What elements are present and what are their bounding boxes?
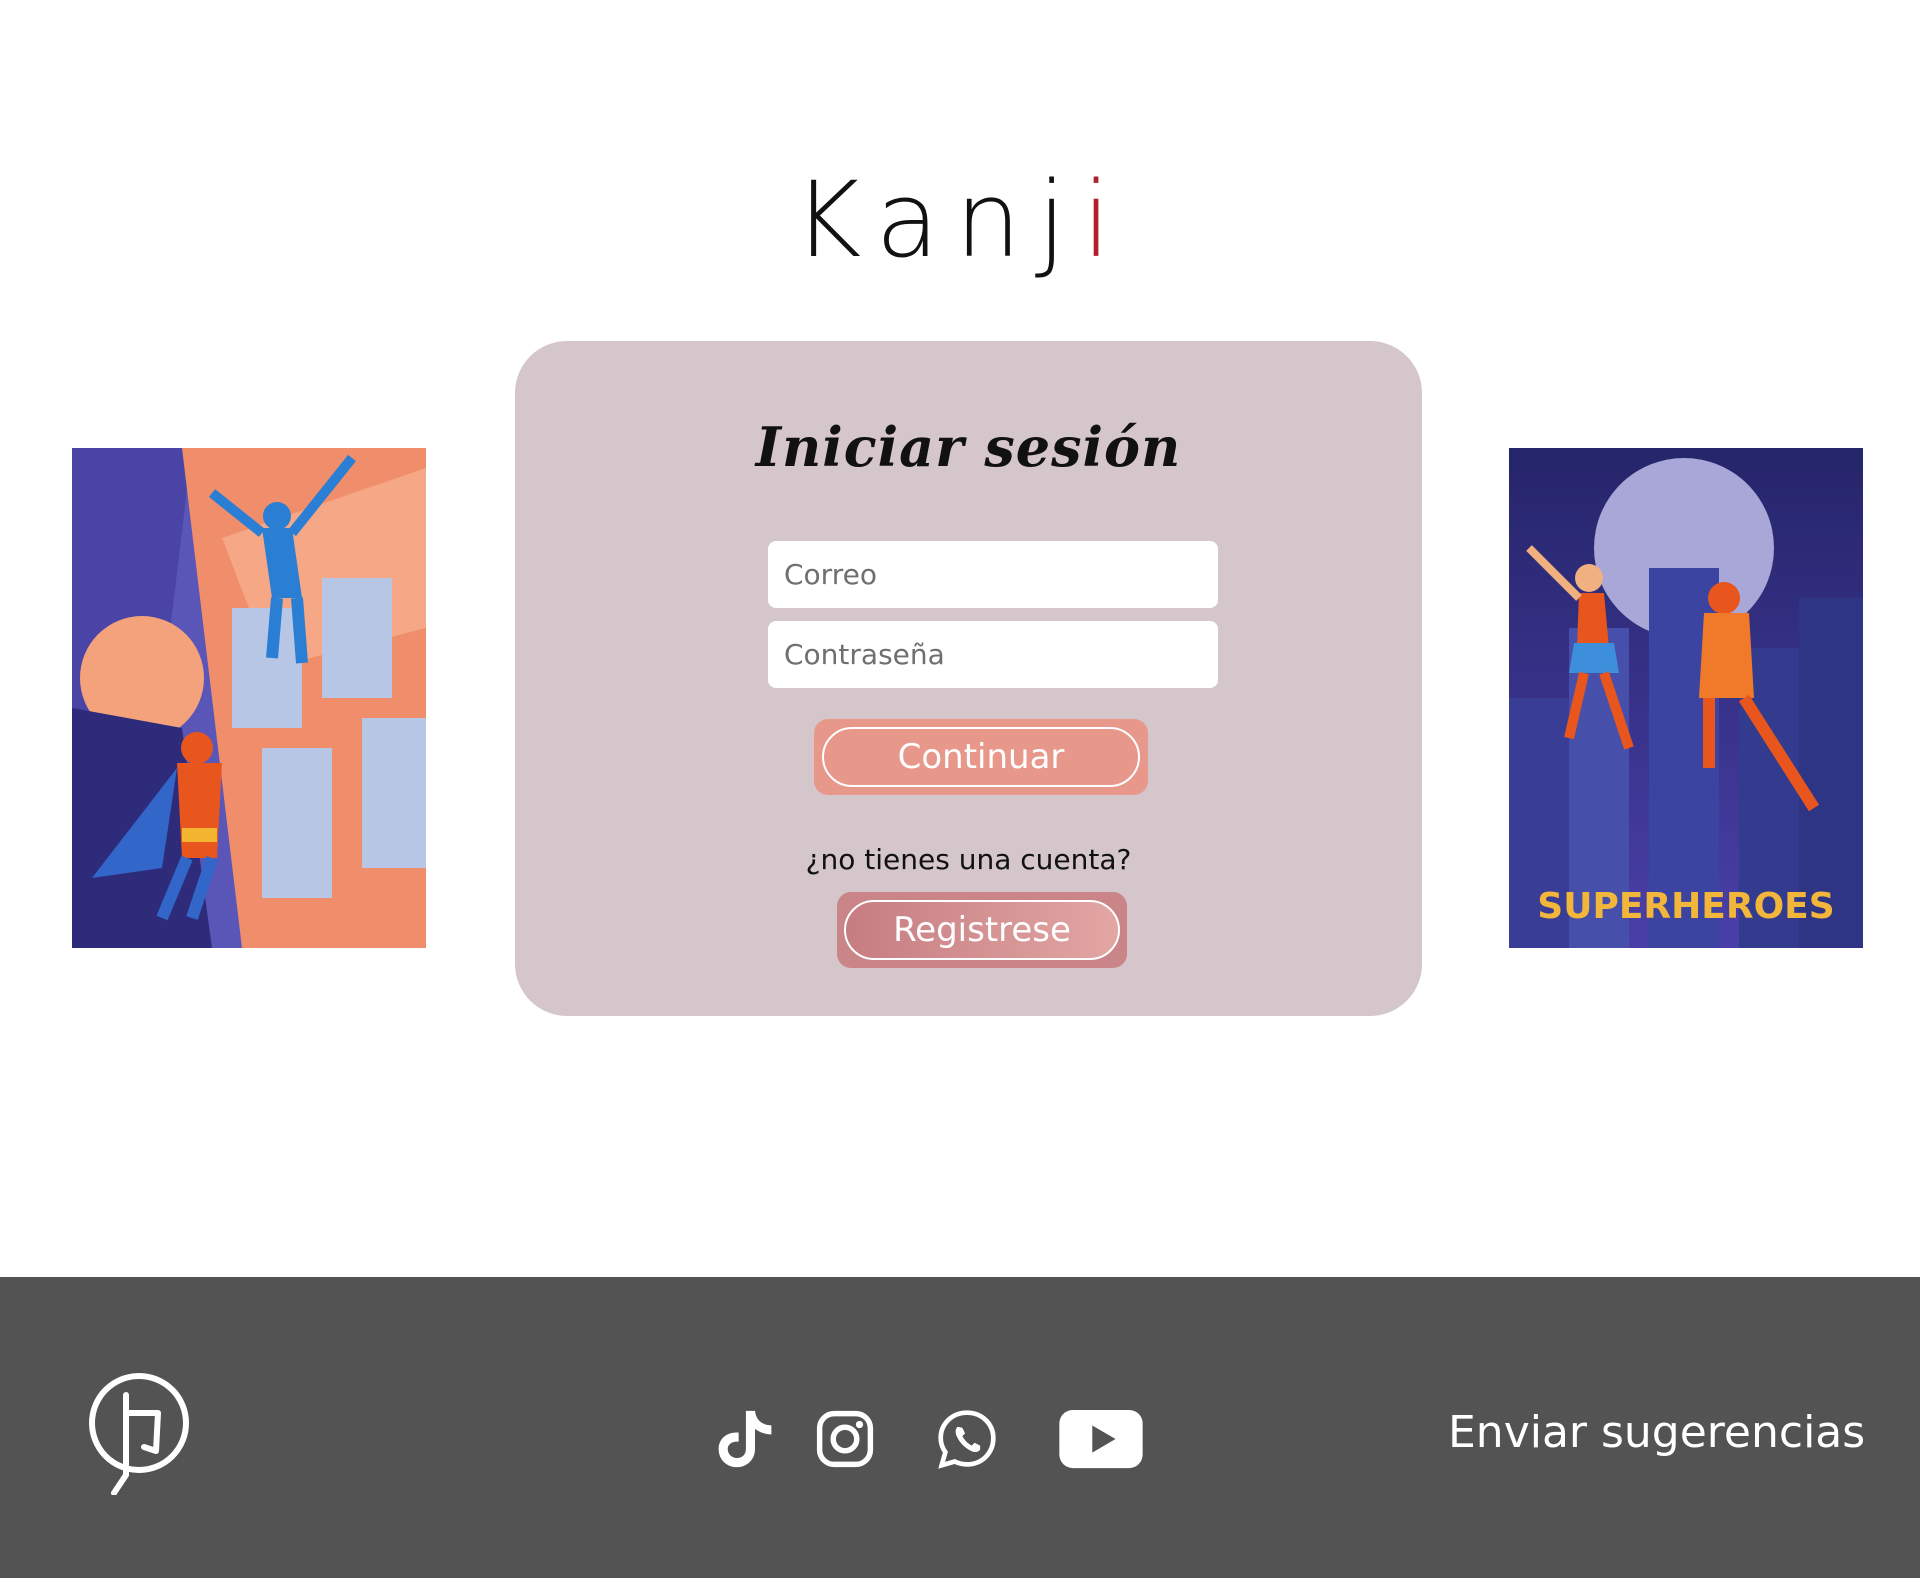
register-button-label: Registrese: [844, 900, 1120, 960]
brand-name: Kanj: [793, 159, 1082, 281]
email-field[interactable]: [768, 541, 1218, 608]
youtube-icon[interactable]: [1056, 1399, 1146, 1479]
instagram-icon[interactable]: [813, 1399, 877, 1479]
register-button[interactable]: Registrese: [837, 892, 1127, 968]
login-title: Iniciar sesión: [755, 415, 1182, 479]
superhero-illustration-right: SUPERHEROES: [1509, 448, 1863, 948]
kanji-logo-icon: [86, 1365, 192, 1496]
continue-button-label: Continuar: [822, 727, 1140, 787]
footer: Enviar sugerencias: [0, 1277, 1920, 1578]
send-suggestions-link[interactable]: Enviar sugerencias: [1448, 1407, 1865, 1458]
password-field[interactable]: [768, 621, 1218, 688]
brand-name-accent-letter: i: [1082, 159, 1127, 281]
superhero-illustration-left: [72, 448, 426, 948]
login-card: Iniciar sesión Continuar ¿no tienes una …: [515, 341, 1422, 1016]
tiktok-icon[interactable]: [712, 1399, 778, 1479]
brand-logo-text: Kanji: [0, 168, 1920, 272]
no-account-prompt: ¿no tienes una cuenta?: [805, 843, 1132, 876]
art-caption: SUPERHEROES: [1537, 886, 1834, 927]
whatsapp-icon[interactable]: [934, 1399, 1000, 1479]
continue-button[interactable]: Continuar: [814, 719, 1148, 795]
